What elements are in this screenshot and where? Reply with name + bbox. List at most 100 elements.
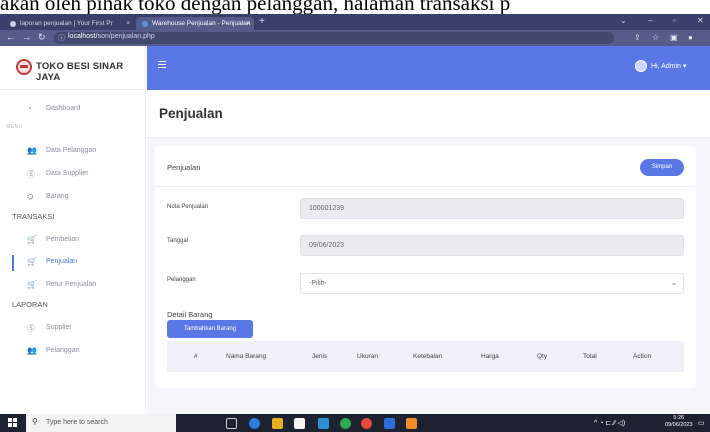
file-explorer-icon[interactable] — [272, 418, 283, 429]
forward-icon[interactable]: → — [22, 32, 31, 42]
col-ketebalan: Ketebalan — [413, 353, 443, 360]
box-icon: ⛭ — [27, 192, 34, 201]
store-icon[interactable] — [294, 418, 305, 429]
windows-start-icon[interactable] — [8, 418, 17, 427]
reload-icon[interactable]: ↻ — [38, 32, 46, 43]
address-bar: ← → ↻ ⓘ localhost/son/penjualan.php ⇪ ☆ … — [0, 30, 710, 46]
tanggal-label: Tanggal — [167, 238, 189, 244]
avatar[interactable] — [635, 60, 647, 72]
brand-name: TOKO BESI SINAR JAYA — [36, 61, 124, 83]
profile-icon[interactable]: ● — [688, 33, 693, 42]
notification-icon[interactable]: ▭ — [698, 419, 705, 427]
pelanggan-label: Pelanggan — [167, 277, 196, 283]
page-header: Penjualan — [147, 90, 710, 138]
taskbar: ⚲ Type here to search ^ ◔ ⊏ ∕∕ ◁) 5:26 0… — [0, 414, 710, 432]
cart-icon: 🛒 — [27, 235, 37, 244]
col-ukuran: Ukuran — [357, 353, 378, 360]
new-tab-button[interactable]: + — [259, 16, 265, 27]
divider — [155, 186, 696, 187]
sidebar-item-pembelian[interactable]: 🛒 Pembelian — [0, 233, 146, 249]
brand[interactable]: TOKO BESI SINAR JAYA — [0, 46, 146, 90]
share-icon[interactable]: ⇪ — [634, 33, 641, 42]
sidebar-item-penjualan[interactable]: 🛒 Penjualan — [0, 255, 146, 271]
detail-barang-label: Detail Barang — [167, 310, 213, 319]
top-navbar: Hi, Admin ▾ — [147, 46, 710, 90]
add-item-button[interactable]: Tambahkan Barang — [167, 320, 253, 338]
url-text: localhost/son/penjualan.php — [68, 33, 155, 40]
logo-icon — [16, 59, 32, 75]
edge-icon[interactable] — [249, 418, 260, 429]
nota-field[interactable]: 100001239 — [300, 198, 684, 219]
page-title: Penjualan — [159, 106, 223, 121]
nota-label: Nota Penjualan — [167, 204, 209, 210]
col-qty: Qty — [537, 353, 548, 360]
task-view-icon[interactable] — [226, 418, 237, 429]
cart-icon: 🛒 — [27, 280, 37, 289]
document-caption: akan oleh pihak toko dengan pelanggan, h… — [0, 0, 710, 14]
close-window-icon[interactable]: ✕ — [697, 16, 704, 25]
user-menu[interactable]: Hi, Admin ▾ — [651, 62, 686, 70]
supplier-icon: Ⓢ — [27, 324, 35, 333]
info-icon[interactable]: ⓘ — [58, 33, 65, 43]
date: 09/06/2023 — [665, 422, 693, 428]
users-icon: 👥 — [27, 146, 37, 155]
back-icon[interactable]: ← — [6, 32, 15, 42]
col-total: Total — [583, 353, 597, 360]
vscode-icon[interactable] — [384, 418, 395, 429]
favicon-icon — [142, 20, 148, 27]
caption-text: akan oleh pihak toko dengan pelanggan, h… — [0, 0, 511, 14]
time: 5:26 — [673, 415, 685, 421]
sidebar-item-supplier[interactable]: Ⓢ Supplier — [0, 321, 146, 337]
col-harga: Harga — [481, 353, 499, 360]
dashboard-icon: ◔ — [27, 104, 32, 113]
save-button[interactable]: Simpan — [640, 159, 684, 176]
pelanggan-select[interactable]: -Pilih- ⌄ — [300, 273, 684, 294]
main-content: Penjualan Penjualan Simpan Nota Penjuala… — [147, 90, 710, 414]
minimize-icon[interactable]: – — [648, 16, 652, 25]
close-icon[interactable]: × — [246, 17, 250, 30]
sidebar-item-dashboard[interactable]: ◔ Dashboard — [0, 102, 146, 118]
star-icon[interactable]: ☆ — [652, 33, 659, 42]
search-icon: ⚲ — [32, 417, 38, 426]
col-jenis: Jenis — [312, 353, 328, 360]
browser-tab-bar: laporan penjualan | Your First Pr × Ware… — [0, 14, 710, 30]
card-title: Penjualan — [167, 163, 201, 172]
xampp-icon[interactable] — [406, 418, 417, 429]
chrome-icon[interactable] — [361, 418, 372, 429]
tab-penjualan[interactable]: Warehouse Penjualan - Penjualan × — [136, 17, 254, 30]
menu-heading: MENU — [6, 124, 23, 130]
system-tray[interactable]: ^ ◔ ⊏ ∕∕ ◁) — [594, 419, 625, 427]
col-number: # — [194, 353, 198, 360]
maximize-icon[interactable]: ▫ — [673, 16, 676, 25]
tanggal-field[interactable]: 09/06/2023 — [300, 235, 684, 256]
table-header: # Nama Barang Jenis Ukuran Ketebalan Har… — [167, 341, 684, 372]
close-icon[interactable]: × — [126, 17, 130, 30]
sidebar-item-retur-penjualan[interactable]: 🛒 Retur Penjualan — [0, 278, 146, 294]
url-host: localhost/ — [68, 33, 98, 40]
taskbar-search[interactable]: ⚲ Type here to search — [26, 414, 176, 432]
mail-icon[interactable] — [318, 418, 329, 429]
users-icon: 👥 — [27, 346, 37, 355]
tab-title: Warehouse Penjualan - Penjualan — [152, 20, 251, 27]
url-field[interactable]: ⓘ localhost/son/penjualan.php — [54, 32, 614, 44]
hamburger-icon[interactable] — [158, 61, 166, 68]
col-nama-barang: Nama Barang — [226, 353, 267, 360]
sidebar: TOKO BESI SINAR JAYA ◔ Dashboard MENU 👥 … — [0, 46, 146, 414]
clock[interactable]: 5:26 09/06/2023 — [665, 415, 693, 429]
pelanggan-selected: -Pilih- — [309, 280, 327, 287]
col-action: Action — [633, 353, 652, 360]
chevron-down-icon[interactable]: ⌄ — [620, 16, 627, 25]
sidebar-item-data-supplier[interactable]: Ⓢ Data Supplier — [0, 167, 146, 183]
sidebar-item-pelanggan[interactable]: 👥 Pelanggan — [0, 344, 146, 360]
sidebar-item-data-pelanggan[interactable]: 👥 Data Pelanggan — [0, 144, 146, 160]
cart-icon: 🛒 — [27, 257, 37, 266]
sidebar-item-barang[interactable]: ⛭ Barang — [0, 190, 146, 206]
tab-laporan[interactable]: laporan penjualan | Your First Pr × — [4, 17, 134, 30]
laporan-heading: LAPORAN — [12, 300, 48, 309]
search-placeholder: Type here to search — [46, 419, 108, 426]
penjualan-card: Penjualan Simpan Nota Penjualan 10000123… — [155, 146, 696, 388]
sidepanel-icon[interactable]: ▣ — [670, 33, 678, 42]
whatsapp-icon[interactable] — [340, 418, 351, 429]
chevron-down-icon: ⌄ — [671, 280, 677, 287]
tab-title: laporan penjualan | Your First Pr — [20, 20, 113, 27]
